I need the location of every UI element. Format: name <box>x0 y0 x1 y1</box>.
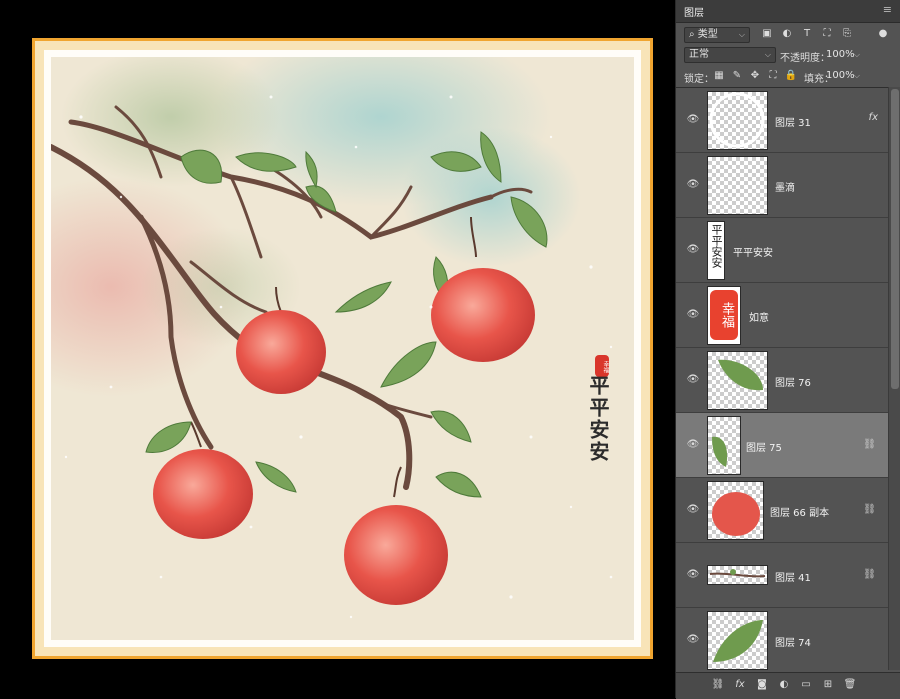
fill-value: 100% <box>826 70 855 81</box>
opacity-input[interactable]: 100% ⌵ <box>822 47 864 63</box>
fill-input[interactable]: 100% ⌵ <box>822 68 864 84</box>
image-filter-icon[interactable]: ▣ <box>760 27 774 41</box>
layer-thumbnail: 平平安安 <box>707 221 725 280</box>
visibility-eye-icon[interactable]: 👁 <box>686 179 700 191</box>
painting-illustration <box>51 57 634 640</box>
trash-icon[interactable]: 🗑 <box>842 678 858 692</box>
lock-all-icon[interactable]: 🔒 <box>784 69 798 83</box>
lock-image-icon[interactable]: ✎ <box>730 69 744 83</box>
opacity-value: 100% <box>826 49 855 60</box>
lock-artboard-icon[interactable]: ⛶ <box>766 69 780 83</box>
text-filter-icon[interactable]: T <box>800 27 814 41</box>
lock-fill-row: 锁定： ▦ ✎ ✥ ⛶ 🔒 填充： 100% ⌵ <box>676 66 900 86</box>
fx-icon[interactable]: fx <box>732 678 748 692</box>
artwork-mat: 幸福 平平安安 <box>44 50 641 647</box>
layer-name[interactable]: 图层 41 <box>775 569 811 584</box>
layers-list: 👁 图层 31 fx 👁 墨滴 👁 平平安安 平平安安 👁 幸福 如意 👁 图层… <box>676 87 888 671</box>
visibility-eye-icon[interactable]: 👁 <box>686 114 700 126</box>
visibility-eye-icon[interactable]: 👁 <box>686 244 700 256</box>
layer-thumbnail <box>707 351 768 410</box>
hamburger-icon[interactable]: ≡ <box>883 3 892 16</box>
apple-painting: 幸福 平平安安 <box>51 57 634 640</box>
visibility-eye-icon[interactable]: 👁 <box>686 374 700 386</box>
lock-position-icon[interactable]: ✥ <box>748 69 762 83</box>
layer-filter-dropdown[interactable]: ⌕ 类型 ⌵ <box>684 27 750 43</box>
leaf-thumb-icon <box>718 359 763 391</box>
layer-row[interactable]: 👁 图层 76 <box>676 348 888 413</box>
visibility-eye-icon[interactable]: 👁 <box>686 634 700 646</box>
layer-name[interactable]: 图层 31 <box>775 114 811 129</box>
chevron-down-icon: ⌵ <box>764 50 771 59</box>
apple-thumb-icon <box>712 492 760 536</box>
seal-thumb: 幸福 <box>710 290 738 340</box>
branch-thumb-icon <box>709 569 766 578</box>
layer-row[interactable]: 👁 平平安安 平平安安 <box>676 218 888 283</box>
blessing-calligraphy: 平平安安 <box>586 375 610 463</box>
link-icon: ⛓ <box>863 439 876 450</box>
adjustment-filter-icon[interactable]: ◐ <box>780 27 794 41</box>
layer-effects-icon[interactable]: fx <box>869 112 878 123</box>
visibility-eye-icon[interactable]: 👁 <box>686 569 700 581</box>
adjustment-icon[interactable]: ◐ <box>776 678 792 692</box>
layers-scrollbar[interactable] <box>888 87 900 670</box>
shape-filter-icon[interactable]: ⛶ <box>820 27 834 41</box>
circle-thumb-icon <box>709 92 765 148</box>
layer-name[interactable]: 图层 74 <box>775 634 811 649</box>
layer-row[interactable]: 👁 墨滴 <box>676 153 888 218</box>
layer-row[interactable]: 👁 图层 66 副本 ⛓ <box>676 478 888 543</box>
visibility-eye-icon[interactable]: 👁 <box>686 309 700 321</box>
thumbnail-text: 平平安安 <box>710 224 723 268</box>
artwork-frame: 幸福 平平安安 <box>32 38 653 659</box>
layer-name[interactable]: 图层 75 <box>746 439 782 454</box>
blend-opacity-row: 正常 ⌵ 不透明度： 100% ⌵ <box>676 45 900 65</box>
layer-thumbnail <box>707 416 741 475</box>
panel-tab-bar: 图层 ≡ <box>676 0 900 23</box>
blend-mode-dropdown[interactable]: 正常 ⌵ <box>684 47 776 63</box>
layer-row[interactable]: 👁 幸福 如意 <box>676 283 888 348</box>
layer-row[interactable]: 👁 图层 74 <box>676 608 888 671</box>
layer-row[interactable]: 👁 图层 31 fx <box>676 88 888 153</box>
layer-thumbnail <box>707 611 768 670</box>
layer-thumbnail <box>707 481 764 540</box>
layer-name[interactable]: 图层 76 <box>775 374 811 389</box>
layer-thumbnail <box>707 565 768 585</box>
seal-stamp: 幸福 <box>595 355 609 377</box>
smart-object-filter-icon[interactable]: ⎘ <box>840 27 854 41</box>
lock-label: 锁定： <box>684 74 714 85</box>
layer-name[interactable]: 图层 66 副本 <box>770 504 829 519</box>
link-layers-icon[interactable]: ⛓ <box>710 678 726 692</box>
scrollbar-thumb[interactable] <box>891 89 899 389</box>
layers-bottom-toolbar: ⛓ fx ◙ ◐ ▭ ⊞ 🗑 <box>676 672 900 699</box>
chevron-down-icon: ⌵ <box>853 50 860 59</box>
layer-name[interactable]: 如意 <box>749 309 769 324</box>
layer-name[interactable]: 墨滴 <box>775 179 795 194</box>
document-canvas[interactable]: 幸福 平平安安 <box>0 0 675 698</box>
group-folder-icon[interactable]: ▭ <box>798 678 814 692</box>
chevron-down-icon: ⌵ <box>738 30 745 39</box>
layer-name[interactable]: 平平安安 <box>733 244 773 259</box>
layer-filter-label: ⌕ 类型 <box>689 29 718 40</box>
chevron-down-icon: ⌵ <box>853 71 860 80</box>
filter-toggle-icon[interactable]: ● <box>876 27 890 41</box>
layers-panel: 图层 ≡ ⌕ 类型 ⌵ ▣ ◐ T ⛶ ⎘ ● 正常 ⌵ 不透明度： 100% ⌵ 锁… <box>675 0 900 699</box>
layer-thumbnail: 幸福 <box>707 286 741 345</box>
leaf-thumb-icon <box>712 436 728 467</box>
tab-layers[interactable]: 图层 <box>684 4 704 19</box>
layer-thumbnail <box>707 156 768 215</box>
link-icon: ⛓ <box>863 504 876 515</box>
layer-filter-row: ⌕ 类型 ⌵ ▣ ◐ T ⛶ ⎘ ● <box>676 24 900 44</box>
layer-row[interactable]: 👁 图层 75 ⛓ <box>676 413 888 478</box>
blend-mode-value: 正常 <box>689 49 709 60</box>
layer-thumbnail <box>707 91 768 150</box>
leaf-thumb-icon <box>713 620 763 662</box>
mask-icon[interactable]: ◙ <box>754 678 770 692</box>
link-icon: ⛓ <box>863 569 876 580</box>
layer-row[interactable]: 👁 图层 41 ⛓ <box>676 543 888 608</box>
seal-stamp-text: 幸福 <box>602 361 609 373</box>
new-layer-icon[interactable]: ⊞ <box>820 678 836 692</box>
visibility-eye-icon[interactable]: 👁 <box>686 439 700 451</box>
visibility-eye-icon[interactable]: 👁 <box>686 504 700 516</box>
lock-transparent-icon[interactable]: ▦ <box>712 69 726 83</box>
